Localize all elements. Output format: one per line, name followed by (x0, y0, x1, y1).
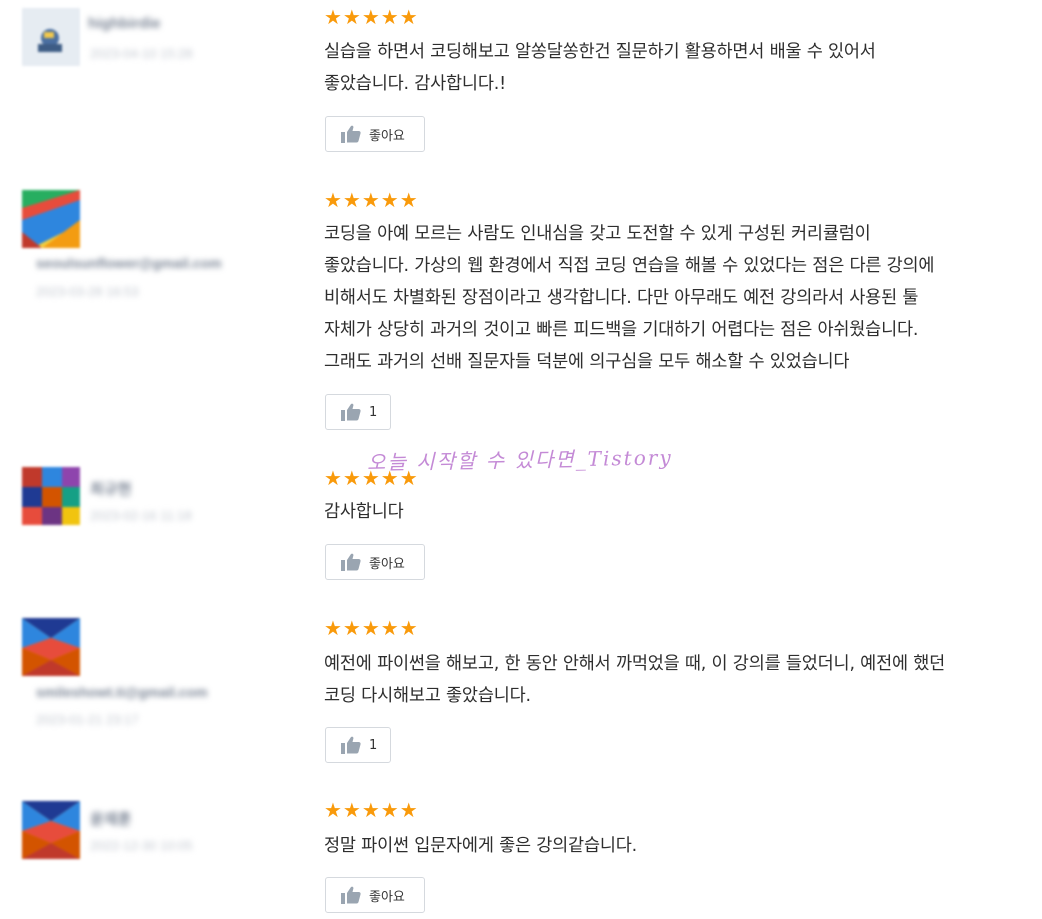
reviewer-name[interactable]: 최규현 (90, 478, 131, 499)
review-text: 감사합니다 (324, 502, 404, 522)
avatar[interactable] (22, 467, 80, 525)
avatar[interactable] (22, 801, 80, 859)
review-date: 2022-12-30 10:05 (90, 838, 193, 853)
star-rating: ★★★★★ (324, 798, 419, 822)
like-count: 1 (369, 737, 378, 753)
reviewer-name[interactable]: 윤재훈 (90, 808, 131, 829)
thumbs-up-icon (341, 736, 361, 754)
like-label: 좋아요 (369, 128, 405, 144)
review-text: 실습을 하면서 코딩해보고 알쏭달쏭한건 질문하기 활용하면서 배울 수 있어서… (324, 42, 876, 94)
reviewer-name[interactable]: smileshowt.ti@gmail.com (36, 684, 208, 700)
like-button[interactable]: 1 (325, 394, 391, 430)
avatar-image (22, 801, 80, 859)
avatar[interactable] (22, 8, 80, 66)
avatar[interactable] (22, 618, 80, 676)
review-date: 2023-03-28 16:53 (36, 284, 139, 299)
like-count: 1 (369, 404, 378, 420)
like-button[interactable]: 좋아요 (325, 544, 425, 580)
avatar-image (22, 8, 80, 66)
star-rating: ★★★★★ (324, 616, 419, 640)
like-button[interactable]: 좋아요 (325, 116, 425, 152)
like-button[interactable]: 1 (325, 727, 391, 763)
avatar-image (22, 190, 80, 248)
review-date: 2023-01-21 23:17 (36, 712, 139, 727)
thumbs-up-icon (341, 125, 361, 143)
review-text: 예전에 파이썬을 해보고, 한 동안 안해서 까먹었을 때, 이 강의를 들었더… (324, 654, 946, 706)
review-date: 2023-02-16 11:18 (90, 508, 192, 523)
like-label: 좋아요 (369, 556, 405, 572)
avatar-image (22, 467, 80, 525)
reviewer-name[interactable]: seoulsunflower@gmail.com (36, 255, 222, 271)
review-text: 코딩을 아예 모르는 사람도 인내심을 갖고 도전할 수 있게 구성된 커리큘럼… (324, 224, 935, 372)
review-date: 2023-04-10 15:28 (90, 46, 193, 61)
avatar[interactable] (22, 190, 80, 248)
star-rating: ★★★★★ (324, 5, 419, 29)
star-rating: ★★★★★ (324, 188, 419, 212)
avatar-image (22, 618, 80, 676)
reviewer-name[interactable]: highbirdie (88, 15, 161, 32)
thumbs-up-icon (341, 886, 361, 904)
like-label: 좋아요 (369, 889, 405, 905)
review-text: 정말 파이썬 입문자에게 좋은 강의같습니다. (324, 836, 638, 856)
thumbs-up-icon (341, 403, 361, 421)
thumbs-up-icon (341, 553, 361, 571)
star-rating: ★★★★★ (324, 466, 419, 490)
like-button[interactable]: 좋아요 (325, 877, 425, 913)
